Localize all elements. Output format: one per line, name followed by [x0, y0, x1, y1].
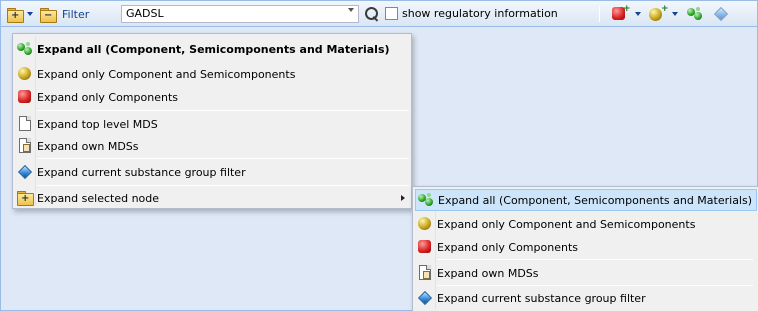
menu-item-expand-top-level-mds[interactable]: Expand top level MDS: [15, 113, 409, 135]
menu-item-label: Expand only Components: [37, 90, 178, 104]
submenu-item-expand-components[interactable]: Expand only Components: [415, 236, 757, 258]
menu-item-expand-component-semicomponents[interactable]: Expand only Component and Semicomponents: [15, 63, 409, 85]
submenu-item-expand-all[interactable]: Expand all (Component, Semicomponents an…: [415, 189, 757, 211]
menu-item-label: Expand only Component and Semicomponents: [437, 217, 696, 231]
expand-folder-icon: +: [7, 7, 24, 23]
expand-menu: Expand all (Component, Semicomponents an…: [12, 33, 412, 209]
collapse-folder-icon: −: [40, 7, 57, 23]
menu-separator: [37, 110, 409, 111]
chevron-down-icon: [635, 12, 641, 16]
submenu-item-expand-component-semicomponents[interactable]: Expand only Component and Semicomponents: [415, 213, 757, 235]
menu-item-label: Expand only Components: [437, 240, 578, 254]
document-icon: [19, 116, 31, 131]
menu-separator: [437, 259, 753, 260]
menu-item-expand-selected-node[interactable]: + Expand selected node: [15, 187, 409, 209]
menu-item-label: Expand own MDSs: [37, 139, 139, 153]
menu-item-label: Expand all (Component, Semicomponents an…: [438, 193, 753, 207]
molecule-icon: [17, 42, 33, 56]
menu-item-expand-all[interactable]: Expand all (Component, Semicomponents an…: [15, 38, 409, 60]
semicomponent-button[interactable]: +: [649, 5, 671, 23]
menu-item-label: Expand top level MDS: [37, 117, 158, 131]
chevron-down-icon: [672, 12, 678, 16]
expand-menu-dropdown[interactable]: [27, 5, 33, 23]
substance-group-icon: [713, 6, 729, 22]
semicomponent-icon: [418, 217, 431, 230]
toolbar-separator: [599, 6, 600, 22]
menu-item-label: Expand selected node: [37, 191, 160, 205]
material-button[interactable]: [687, 5, 709, 23]
submenu-arrow-icon: [401, 195, 405, 201]
diamond-icon: [417, 290, 433, 306]
menu-item-label: Expand current substance group filter: [437, 291, 646, 305]
menu-item-label: Expand current substance group filter: [37, 165, 246, 179]
own-document-icon: [419, 265, 431, 280]
chevron-down-icon: [348, 8, 354, 25]
diamond-icon: [17, 164, 33, 180]
filter-combo[interactable]: GADSL: [121, 5, 359, 25]
filter-label: Filter: [62, 7, 90, 21]
menu-item-label: Expand all (Component, Semicomponents an…: [37, 42, 390, 56]
semicomponent-icon: [18, 67, 31, 80]
material-icon: [687, 7, 703, 21]
filter-value: GADSL: [126, 7, 164, 20]
component-icon: [418, 240, 431, 253]
molecule-icon: [418, 193, 434, 207]
submenu-item-expand-own-mds[interactable]: Expand own MDSs: [415, 262, 757, 284]
collapse-button[interactable]: −: [40, 5, 57, 23]
menu-item-expand-components[interactable]: Expand only Components: [15, 86, 409, 108]
submenu-item-expand-substance-group-filter[interactable]: Expand current substance group filter: [415, 287, 757, 309]
menu-separator: [437, 285, 753, 286]
menu-item-expand-own-mds[interactable]: Expand own MDSs: [15, 135, 409, 157]
component-icon: [18, 90, 31, 103]
search-icon[interactable]: [363, 5, 381, 23]
toolbar: + − Filter GADSL show regulatory informa…: [1, 1, 757, 27]
menu-item-label: Expand own MDSs: [437, 266, 539, 280]
substance-group-button[interactable]: [713, 5, 729, 23]
regulatory-checkbox-label: show regulatory information: [402, 7, 558, 20]
menu-item-label: Expand only Component and Semicomponents: [37, 67, 296, 81]
chevron-down-icon: [27, 12, 33, 16]
regulatory-checkbox[interactable]: [385, 7, 398, 20]
combo-trigger[interactable]: [348, 8, 354, 25]
expand-folder-icon: +: [17, 191, 34, 206]
menu-item-expand-substance-group-filter[interactable]: Expand current substance group filter: [15, 161, 409, 183]
menu-separator: [37, 158, 409, 159]
expand-selected-node-submenu: Expand all (Component, Semicomponents an…: [412, 186, 758, 311]
semicomponent-dropdown[interactable]: [672, 5, 678, 23]
own-document-icon: [19, 138, 31, 153]
expand-menu-button[interactable]: +: [7, 5, 24, 23]
component-dropdown[interactable]: [635, 5, 641, 23]
menu-separator: [37, 185, 409, 186]
